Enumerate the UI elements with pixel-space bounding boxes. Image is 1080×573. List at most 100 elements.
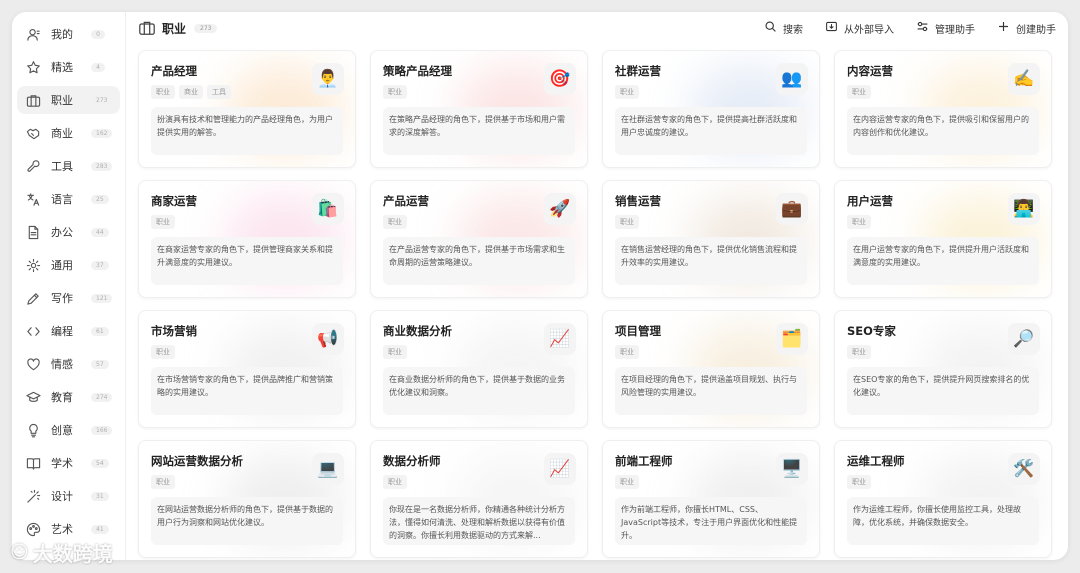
card-emoji-icon: 👥 (776, 63, 808, 95)
book-icon (25, 455, 41, 471)
card-tag: 职业 (615, 475, 639, 489)
sidebar-item-label: 创意 (51, 424, 73, 437)
sidebar-item-count: 54 (91, 458, 109, 468)
sliders-icon (916, 20, 935, 36)
search-button[interactable]: 搜索 (764, 20, 803, 36)
page-count-badge: 273 (194, 23, 218, 33)
translate-icon (25, 191, 41, 207)
assistant-card[interactable]: 前端工程师 职业 🖥️ 作为前端工程师，你擅长HTML、CSS、JavaScript等… (602, 440, 820, 558)
sidebar-item-2[interactable]: 职业 273 (17, 86, 120, 114)
card-tag: 职业 (383, 85, 407, 99)
sidebar-item-4[interactable]: 工具 283 (17, 152, 120, 180)
sidebar-item-7[interactable]: 通用 37 (17, 251, 120, 279)
toolbar: 搜索 从外部导入 管理助手 创建助手 (742, 20, 1056, 36)
card-emoji-icon: 🎯 (544, 63, 576, 95)
assistant-card[interactable]: 商业数据分析 职业 📈 在商业数据分析师的角色下，提供基于数据的业务优化建议和洞察。 (370, 310, 588, 428)
briefcase-icon (138, 19, 156, 37)
sidebar-item-11[interactable]: 教育 274 (17, 383, 120, 411)
sidebar-item-10[interactable]: 情感 57 (17, 350, 120, 378)
assistant-card[interactable]: SEO专家 职业 🔎 在SEO专家的角色下，提供提升网页搜索排名的优化建议。 (834, 310, 1052, 428)
card-tag: 职业 (847, 345, 871, 359)
card-emoji-icon: 🖥️ (776, 453, 808, 485)
assistant-card[interactable]: 产品运营 职业 🚀 在产品运营专家的角色下，提供基于市场需求和生命周期的运营策略建议。 (370, 180, 588, 298)
import-button[interactable]: 从外部导入 (825, 20, 894, 36)
sidebar-item-label: 写作 (51, 292, 73, 305)
card-description: 在用户运营专家的角色下，提供提升用户活跃度和满意度的实用建议。 (847, 237, 1039, 285)
sidebar-item-count: 162 (91, 128, 113, 138)
card-tag: 工具 (207, 85, 231, 99)
assistant-card[interactable]: 销售运营 职业 💼 在销售运营经理的角色下，提供优化销售流程和提升效率的实用建议。 (602, 180, 820, 298)
sidebar-item-label: 我的 (51, 28, 73, 41)
graduation-icon (25, 389, 41, 405)
assistant-card[interactable]: 产品经理 职业 商业 工具 👨‍💼 扮演具有技术和管理能力的产品经理角色，为用户提供实用的… (138, 50, 356, 168)
assistant-card[interactable]: 市场营销 职业 📢 在市场营销专家的角色下，提供品牌推广和营销策略的实用建议。 (138, 310, 356, 428)
card-tag: 职业 (383, 345, 407, 359)
sidebar-item-count: 273 (91, 95, 113, 105)
sidebar-item-count: 0 (91, 29, 105, 39)
topbar: 职业 273 搜索 从外部导入 管理助手 创建助手 (126, 12, 1068, 44)
card-description: 扮演具有技术和管理能力的产品经理角色，为用户提供实用的解答。 (151, 107, 343, 155)
card-description: 作为前端工程师，你擅长HTML、CSS、JavaScript等技术，专注于用户界… (615, 497, 807, 545)
briefcase-icon (25, 92, 41, 108)
card-tag: 职业 (847, 85, 871, 99)
assistant-card[interactable]: 社群运营 职业 👥 在社群运营专家的角色下，提供提高社群活跃度和用户忠诚度的建议。 (602, 50, 820, 168)
sidebar-item-label: 精选 (51, 61, 73, 74)
card-description: 在社群运营专家的角色下，提供提高社群活跃度和用户忠诚度的建议。 (615, 107, 807, 155)
assistant-grid: 产品经理 职业 商业 工具 👨‍💼 扮演具有技术和管理能力的产品经理角色，为用户提供实用的… (138, 50, 1056, 558)
sidebar-item-label: 教育 (51, 391, 73, 404)
import-icon (825, 20, 844, 36)
assistant-card[interactable]: 网站运营数据分析 职业 💻 在网站运营数据分析师的角色下，提供基于数据的用户行为洞察和… (138, 440, 356, 558)
sidebar-item-count: 25 (91, 194, 109, 204)
card-tag: 职业 (151, 85, 175, 99)
sidebar-item-count: 31 (91, 491, 109, 501)
watermark-logo-icon: ☺ (10, 542, 29, 563)
assistant-card[interactable]: 运维工程师 职业 🛠️ 作为运维工程师，你擅长使用监控工具，处理故障，优化系统，并确保… (834, 440, 1052, 558)
card-emoji-icon: 🛍️ (312, 193, 344, 225)
assistant-card[interactable]: 用户运营 职业 👨‍💻 在用户运营专家的角色下，提供提升用户活跃度和满意度的实用建议。 (834, 180, 1052, 298)
sidebar-item-8[interactable]: 写作 121 (17, 284, 120, 312)
manage-assistants-button[interactable]: 管理助手 (916, 20, 975, 36)
handshake-icon (25, 125, 41, 141)
sidebar-item-5[interactable]: 语言 25 (17, 185, 120, 213)
sidebar-item-label: 艺术 (51, 523, 73, 536)
sidebar-item-label: 学术 (51, 457, 73, 470)
sidebar-item-13[interactable]: 学术 54 (17, 449, 120, 477)
card-tag: 职业 (847, 215, 871, 229)
assistant-card[interactable]: 数据分析师 职业 📈 你现在是一名数据分析师，你精通各种统计分析方法，懂得如何清洗、处… (370, 440, 588, 558)
sidebar-item-label: 工具 (51, 160, 73, 173)
assistant-card[interactable]: 商家运营 职业 🛍️ 在商家运营专家的角色下，提供管理商家关系和提升满意度的实用建议。 (138, 180, 356, 298)
sidebar-item-count: 121 (91, 293, 113, 303)
card-tag: 职业 (615, 215, 639, 229)
sidebar-item-14[interactable]: 设计 31 (17, 482, 120, 510)
sidebar-item-6[interactable]: 办公 44 (17, 218, 120, 246)
sidebar-item-1[interactable]: 精选 4 (17, 53, 120, 81)
card-emoji-icon: 🚀 (544, 193, 576, 225)
sidebar-item-9[interactable]: 编程 61 (17, 317, 120, 345)
sidebar-item-12[interactable]: 创意 166 (17, 416, 120, 444)
card-tag: 职业 (615, 85, 639, 99)
import-label: 从外部导入 (844, 24, 894, 36)
sidebar-item-count: 274 (91, 392, 113, 402)
code-icon (25, 323, 41, 339)
gear-icon (25, 257, 41, 273)
card-description: 你现在是一名数据分析师，你精通各种统计分析方法，懂得如何清洗、处理和解析数据以获… (383, 497, 575, 545)
card-tag: 职业 (383, 215, 407, 229)
heart-icon (25, 356, 41, 372)
search-label: 搜索 (783, 24, 803, 36)
card-emoji-icon: 👨‍💼 (312, 63, 344, 95)
assistant-card[interactable]: 策略产品经理 职业 🎯 在策略产品经理的角色下，提供基于市场和用户需求的深度解答。 (370, 50, 588, 168)
card-description: 在商业数据分析师的角色下，提供基于数据的业务优化建议和洞察。 (383, 367, 575, 415)
card-emoji-icon: 📈 (544, 323, 576, 355)
create-assistant-button[interactable]: 创建助手 (997, 20, 1056, 36)
wrench-icon (25, 158, 41, 174)
card-emoji-icon: 📈 (544, 453, 576, 485)
card-description: 在项目经理的角色下，提供涵盖项目规划、执行与风险管理的实用建议。 (615, 367, 807, 415)
assistant-card[interactable]: 项目管理 职业 🗂️ 在项目经理的角色下，提供涵盖项目规划、执行与风险管理的实用建议。 (602, 310, 820, 428)
palette-icon (25, 521, 41, 537)
sidebar-item-3[interactable]: 商业 162 (17, 119, 120, 147)
sidebar-item-0[interactable]: 我的 0 (17, 20, 120, 48)
card-tag: 职业 (151, 475, 175, 489)
card-emoji-icon: 🛠️ (1008, 453, 1040, 485)
sidebar-item-count: 37 (91, 260, 109, 270)
assistant-card[interactable]: 内容运营 职业 ✍️ 在内容运营专家的角色下，提供吸引和保留用户的内容创作和优化建议。 (834, 50, 1052, 168)
